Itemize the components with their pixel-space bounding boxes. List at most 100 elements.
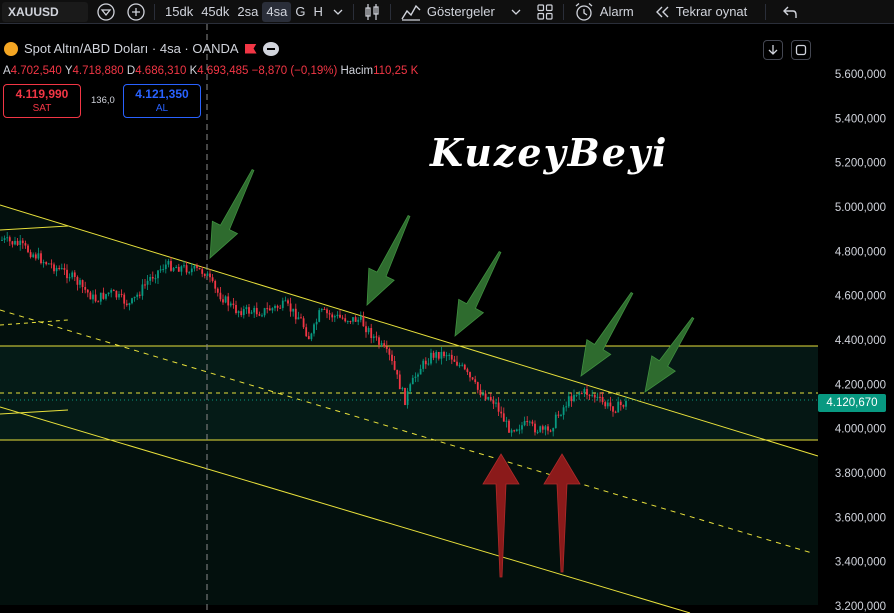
candle-up [263, 308, 266, 316]
symbol-legend: Spot Altın/ABD Doları · 4sa · OANDA [4, 41, 279, 56]
candle-down [349, 321, 352, 323]
candle-down [73, 272, 76, 277]
legend-title: Spot Altın/ABD Doları · 4sa · OANDA [24, 41, 239, 56]
candle-down [570, 396, 573, 402]
candle-up [552, 428, 555, 432]
candle-down [622, 405, 625, 407]
candle-up [92, 294, 94, 300]
candle-down [81, 280, 84, 288]
indicators-button[interactable]: Göstergeler [397, 2, 499, 22]
candle-down [432, 352, 435, 358]
green-arrow [209, 169, 255, 259]
chevron-down-icon[interactable] [329, 2, 347, 22]
candle-up [284, 300, 287, 302]
candle-down [255, 307, 258, 315]
brand-icon[interactable] [94, 2, 118, 22]
alarm-button[interactable]: Alarm [570, 2, 638, 22]
fullscreen-button[interactable] [791, 40, 811, 60]
timeframe-15dk[interactable]: 15dk [161, 2, 197, 22]
candle-down [94, 294, 97, 302]
price-tick-label: 3.800,000 [835, 468, 886, 480]
candle-type-icon[interactable] [360, 2, 384, 22]
candle-up [99, 292, 102, 302]
candle-up [133, 296, 136, 299]
candle-up [401, 387, 404, 390]
candle-up [617, 401, 620, 413]
candle-up [583, 389, 586, 394]
candle-down [235, 304, 237, 313]
candle-up [146, 280, 149, 285]
candle-down [326, 309, 328, 314]
candle-down [89, 292, 92, 300]
candle-down [151, 276, 154, 279]
candle-down [203, 273, 206, 276]
candle-up [154, 278, 157, 280]
candle-up [318, 310, 321, 322]
candle-down [34, 254, 37, 259]
candle-up [250, 312, 253, 314]
candle-down [258, 314, 261, 316]
candle-up [606, 402, 609, 407]
candle-down [287, 300, 289, 304]
candle-down [115, 290, 118, 298]
candle-down [214, 280, 217, 289]
candle-up [482, 393, 484, 396]
candle-up [110, 290, 113, 293]
candle-up [536, 431, 539, 433]
replay-button[interactable]: Tekrar oynat [650, 2, 752, 22]
hide-legend-icon[interactable] [262, 41, 279, 56]
candle-down [294, 308, 297, 320]
candle-up [19, 240, 22, 245]
candle-up [79, 280, 81, 285]
candle-up [544, 426, 547, 430]
flag-icon[interactable] [244, 43, 257, 54]
candle-up [565, 406, 568, 408]
candle-down [489, 397, 492, 401]
candle-down [11, 241, 14, 245]
candle-down [383, 343, 386, 347]
layouts-icon[interactable] [533, 2, 557, 22]
candle-down [339, 314, 341, 318]
candle-down [619, 401, 622, 406]
timeframe-2sa[interactable]: 2sa [233, 2, 262, 22]
candle-down [476, 382, 479, 390]
candle-down [588, 394, 591, 396]
change-value: −8,870 (−0,19%) [251, 65, 338, 77]
buy-button[interactable]: 4.121,350 AL [123, 84, 201, 118]
price-tick-label: 5.600,000 [835, 69, 886, 81]
timeframe-g[interactable]: G [291, 2, 309, 22]
sell-button[interactable]: 4.119,990 SAT [3, 84, 81, 118]
candle-down [240, 311, 243, 316]
candle-up [352, 317, 354, 322]
add-symbol-icon[interactable] [124, 2, 148, 22]
green-arrow [454, 250, 502, 337]
sell-label: SAT [32, 103, 52, 114]
candle-up [237, 311, 240, 313]
candle-up [380, 343, 383, 345]
chevron-down-icon[interactable] [509, 2, 523, 22]
candle-down [209, 273, 211, 278]
candle-down [612, 406, 614, 412]
candle-down [453, 359, 456, 362]
timeframe-4sa[interactable]: 4sa [262, 1, 292, 22]
candle-up [271, 308, 274, 311]
candle-down [86, 289, 89, 293]
timeframe-45dk[interactable]: 45dk [197, 2, 233, 22]
price-tick-label: 3.200,000 [835, 601, 886, 613]
candle-down [526, 421, 529, 423]
undo-icon[interactable] [778, 2, 802, 22]
scroll-down-button[interactable] [763, 40, 783, 60]
candle-up [242, 309, 245, 316]
candle-down [443, 351, 445, 357]
candle-up [37, 253, 40, 259]
candle-up [1, 239, 3, 241]
alarm-label: Alarm [599, 3, 634, 19]
candle-up [162, 269, 165, 271]
timeframe-h[interactable]: H [309, 2, 326, 22]
close-value: 4.693,485 [197, 65, 249, 77]
candle-up [505, 420, 508, 422]
price-tick-label: 4.200,000 [835, 379, 886, 391]
low-label: D [126, 65, 136, 77]
candle-down [302, 318, 305, 328]
symbol-search[interactable]: XAUUSD [2, 1, 88, 22]
